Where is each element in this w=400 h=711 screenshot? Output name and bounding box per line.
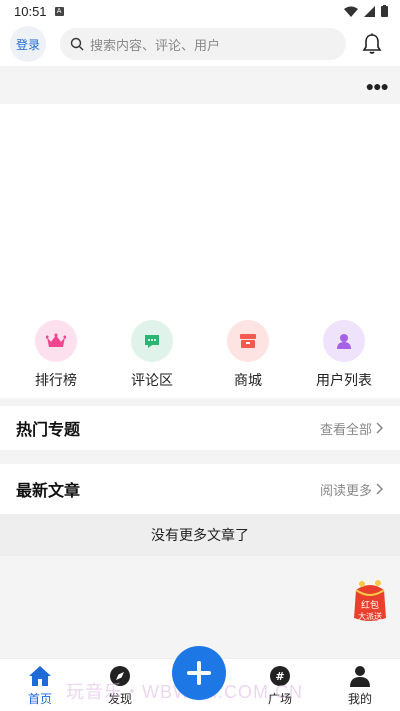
nav-item-store[interactable]: 商城 [208,304,288,398]
comment-icon [145,334,159,348]
red-packet-button[interactable]: 红包 大派送 [348,578,392,624]
banner-strip: ●●● [0,66,400,104]
read-more-label: 阅读更多 [319,482,372,498]
tab-label: 首页 [27,692,52,706]
notification-button[interactable] [360,32,384,56]
nav-item-user-list[interactable]: 用户列表 [304,304,384,398]
more-icon[interactable]: ●●● [366,78,389,94]
section-title: 最新文章 [16,483,81,500]
quick-nav: 排行榜 评论区 商城 用户列表 [0,304,400,398]
status-left: 10:51 A [14,4,64,19]
search-placeholder: 搜索内容、评论、用户 [90,37,221,53]
crown-icon [46,333,66,347]
view-all-label: 查看全部 [319,421,372,437]
login-button[interactable]: 登录 [10,26,46,62]
nav-item-comments[interactable]: 评论区 [112,304,192,398]
nav-circle [323,320,365,362]
red-packet-line2: 大派送 [358,611,382,621]
no-more-articles: 没有更多文章了 [0,514,400,556]
nav-circle [35,320,77,362]
nav-label: 评论区 [131,372,173,388]
hot-topics-section: 热门专题 查看全部 [0,406,400,450]
bell-icon [362,33,382,54]
store-icon [240,334,256,348]
home-icon [29,666,51,686]
banner-area[interactable] [0,104,400,304]
search-icon [70,37,84,51]
nav-circle [227,320,269,362]
profile-icon [350,666,370,687]
status-right [344,5,388,17]
create-post-button[interactable] [172,646,226,700]
tab-label: 我的 [347,692,372,706]
latest-articles-section: 最新文章 阅读更多 [0,464,400,514]
plus-icon [187,661,211,685]
chevron-right-icon [376,422,384,434]
nav-label: 排行榜 [35,372,77,388]
red-packet-icon: 红包 大派送 [354,580,386,621]
user-icon [337,334,351,349]
notification-a-icon: A [54,6,64,16]
chevron-right-icon [376,483,384,495]
read-more-link[interactable]: 阅读更多 [320,480,384,499]
app-header: 登录 搜索内容、评论、用户 [0,22,400,66]
wifi-icon [344,6,358,17]
nav-circle [131,320,173,362]
signal-icon [364,5,375,17]
section-title: 热门专题 [16,422,81,439]
status-time: 10:51 [14,3,47,19]
tab-mine[interactable]: 我的 [320,659,400,711]
search-input[interactable]: 搜索内容、评论、用户 [60,28,346,60]
nav-item-ranking[interactable]: 排行榜 [16,304,96,398]
red-packet-line1: 红包 [361,599,379,611]
nav-label: 商城 [234,372,262,388]
battery-icon [381,5,388,17]
status-bar: 10:51 A [0,0,400,22]
view-all-link[interactable]: 查看全部 [320,419,384,438]
nav-label: 用户列表 [316,372,372,388]
